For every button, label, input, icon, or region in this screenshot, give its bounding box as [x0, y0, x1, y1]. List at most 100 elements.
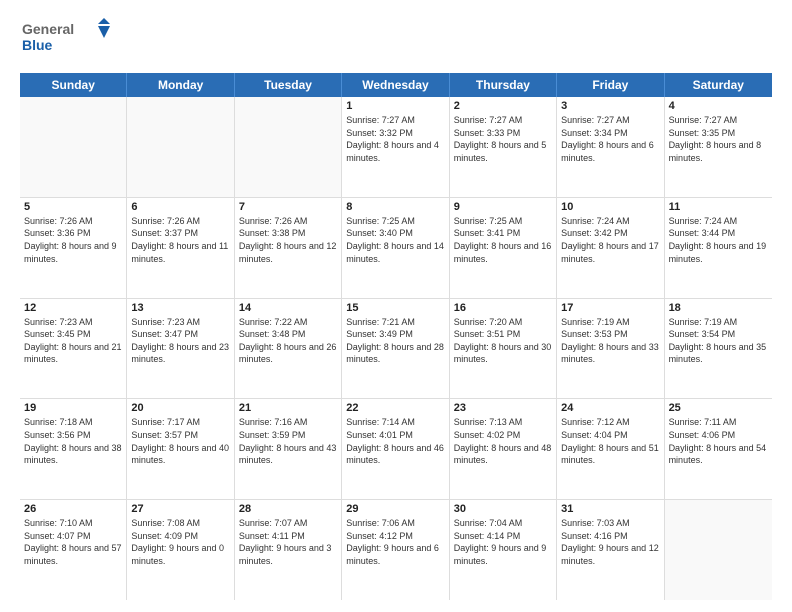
calendar-header: SundayMondayTuesdayWednesdayThursdayFrid…: [20, 73, 772, 97]
day-cell-31: 31 Sunrise: 7:03 AMSunset: 4:16 PMDayligh…: [557, 500, 664, 600]
day-info: Sunrise: 7:23 AMSunset: 3:47 PMDaylight:…: [131, 316, 229, 366]
day-cell-28: 28 Sunrise: 7:07 AMSunset: 4:11 PMDayligh…: [235, 500, 342, 600]
day-cell-19: 19 Sunrise: 7:18 AMSunset: 3:56 PMDayligh…: [20, 399, 127, 499]
day-cell-4: 4 Sunrise: 7:27 AMSunset: 3:35 PMDaylight…: [665, 97, 772, 197]
logo-text: General Blue: [20, 16, 130, 63]
day-info: Sunrise: 7:11 AMSunset: 4:06 PMDaylight:…: [669, 416, 768, 466]
day-cell-5: 5 Sunrise: 7:26 AMSunset: 3:36 PMDaylight…: [20, 198, 127, 298]
day-cell-29: 29 Sunrise: 7:06 AMSunset: 4:12 PMDayligh…: [342, 500, 449, 600]
day-number: 12: [24, 302, 122, 314]
day-cell-15: 15 Sunrise: 7:21 AMSunset: 3:49 PMDayligh…: [342, 299, 449, 399]
day-info: Sunrise: 7:21 AMSunset: 3:49 PMDaylight:…: [346, 316, 444, 366]
day-number: 15: [346, 302, 444, 314]
day-cell-3: 3Sunrise: 7:27 AMSunset: 3:34 PMDaylight…: [557, 97, 664, 197]
day-number: 18: [669, 302, 768, 314]
day-info: Sunrise: 7:19 AMSunset: 3:54 PMDaylight:…: [669, 316, 768, 366]
day-cell-18: 18 Sunrise: 7:19 AMSunset: 3:54 PMDayligh…: [665, 299, 772, 399]
page: General Blue SundayMondayTuesdayWednesda…: [0, 0, 792, 612]
calendar-row-0: 1Sunrise: 7:27 AMSunset: 3:32 PMDaylight…: [20, 97, 772, 198]
day-number: 29: [346, 503, 444, 515]
calendar-body: 1Sunrise: 7:27 AMSunset: 3:32 PMDaylight…: [20, 97, 772, 600]
day-cell-empty-0-2: [235, 97, 342, 197]
day-number: 21: [239, 402, 337, 414]
day-number: 3: [561, 100, 659, 112]
day-number: 5: [24, 201, 122, 213]
day-cell-22: 22 Sunrise: 7:14 AMSunset: 4:01 PMDayligh…: [342, 399, 449, 499]
day-info: Sunrise: 7:14 AMSunset: 4:01 PMDaylight:…: [346, 416, 444, 466]
day-cell-20: 20 Sunrise: 7:17 AMSunset: 3:57 PMDayligh…: [127, 399, 234, 499]
svg-text:Blue: Blue: [22, 37, 53, 53]
day-number: 25: [669, 402, 768, 414]
day-info: Sunrise: 7:24 AMSunset: 3:42 PMDaylight:…: [561, 215, 659, 265]
header-cell-sunday: Sunday: [20, 73, 127, 97]
day-info: Sunrise: 7:27 AMSunset: 3:35 PMDaylight:…: [669, 114, 768, 164]
day-number: 30: [454, 503, 552, 515]
day-cell-2: 2Sunrise: 7:27 AMSunset: 3:33 PMDaylight…: [450, 97, 557, 197]
day-cell-24: 24 Sunrise: 7:12 AMSunset: 4:04 PMDayligh…: [557, 399, 664, 499]
day-cell-1: 1Sunrise: 7:27 AMSunset: 3:32 PMDaylight…: [342, 97, 449, 197]
header-cell-tuesday: Tuesday: [235, 73, 342, 97]
day-number: 22: [346, 402, 444, 414]
header: General Blue: [20, 16, 772, 63]
header-cell-saturday: Saturday: [665, 73, 772, 97]
day-number: 13: [131, 302, 229, 314]
day-info: Sunrise: 7:27 AMSunset: 3:32 PMDaylight:…: [346, 114, 444, 164]
day-cell-empty-0-1: [127, 97, 234, 197]
day-info: Sunrise: 7:26 AMSunset: 3:37 PMDaylight:…: [131, 215, 229, 265]
day-cell-8: 8Sunrise: 7:25 AMSunset: 3:40 PMDaylight…: [342, 198, 449, 298]
day-info: Sunrise: 7:12 AMSunset: 4:04 PMDaylight:…: [561, 416, 659, 466]
day-number: 20: [131, 402, 229, 414]
day-info: Sunrise: 7:19 AMSunset: 3:53 PMDaylight:…: [561, 316, 659, 366]
day-info: Sunrise: 7:07 AMSunset: 4:11 PMDaylight:…: [239, 517, 337, 567]
calendar-row-2: 12Sunrise: 7:23 AMSunset: 3:45 PMDayligh…: [20, 299, 772, 400]
day-number: 4: [669, 100, 768, 112]
day-cell-6: 6 Sunrise: 7:26 AMSunset: 3:37 PMDaylight…: [127, 198, 234, 298]
day-info: Sunrise: 7:03 AMSunset: 4:16 PMDaylight:…: [561, 517, 659, 567]
day-cell-9: 9 Sunrise: 7:25 AMSunset: 3:41 PMDaylight…: [450, 198, 557, 298]
day-cell-21: 21 Sunrise: 7:16 AMSunset: 3:59 PMDayligh…: [235, 399, 342, 499]
logo: General Blue: [20, 16, 130, 63]
header-cell-wednesday: Wednesday: [342, 73, 449, 97]
day-cell-empty-0-0: [20, 97, 127, 197]
day-info: Sunrise: 7:04 AMSunset: 4:14 PMDaylight:…: [454, 517, 552, 567]
day-cell-empty-4-6: [665, 500, 772, 600]
day-number: 24: [561, 402, 659, 414]
day-cell-25: 25 Sunrise: 7:11 AMSunset: 4:06 PMDayligh…: [665, 399, 772, 499]
day-info: Sunrise: 7:06 AMSunset: 4:12 PMDaylight:…: [346, 517, 444, 567]
day-cell-13: 13 Sunrise: 7:23 AMSunset: 3:47 PMDayligh…: [127, 299, 234, 399]
day-number: 10: [561, 201, 659, 213]
day-info: Sunrise: 7:13 AMSunset: 4:02 PMDaylight:…: [454, 416, 552, 466]
day-number: 28: [239, 503, 337, 515]
day-number: 11: [669, 201, 768, 213]
day-info: Sunrise: 7:24 AMSunset: 3:44 PMDaylight:…: [669, 215, 768, 265]
day-cell-14: 14Sunrise: 7:22 AMSunset: 3:48 PMDayligh…: [235, 299, 342, 399]
day-info: Sunrise: 7:10 AMSunset: 4:07 PMDaylight:…: [24, 517, 122, 567]
day-number: 2: [454, 100, 552, 112]
day-cell-11: 11 Sunrise: 7:24 AMSunset: 3:44 PMDayligh…: [665, 198, 772, 298]
day-info: Sunrise: 7:18 AMSunset: 3:56 PMDaylight:…: [24, 416, 122, 466]
calendar-row-1: 5 Sunrise: 7:26 AMSunset: 3:36 PMDaylight…: [20, 198, 772, 299]
calendar-row-4: 26 Sunrise: 7:10 AMSunset: 4:07 PMDayligh…: [20, 500, 772, 600]
day-info: Sunrise: 7:17 AMSunset: 3:57 PMDaylight:…: [131, 416, 229, 466]
svg-text:General: General: [22, 21, 74, 37]
day-info: Sunrise: 7:08 AMSunset: 4:09 PMDaylight:…: [131, 517, 229, 567]
day-info: Sunrise: 7:26 AMSunset: 3:38 PMDaylight:…: [239, 215, 337, 265]
day-number: 19: [24, 402, 122, 414]
day-info: Sunrise: 7:22 AMSunset: 3:48 PMDaylight:…: [239, 316, 337, 366]
day-number: 6: [131, 201, 229, 213]
day-number: 31: [561, 503, 659, 515]
day-cell-27: 27Sunrise: 7:08 AMSunset: 4:09 PMDayligh…: [127, 500, 234, 600]
logo-icon: General Blue: [20, 16, 130, 58]
day-number: 26: [24, 503, 122, 515]
day-cell-30: 30 Sunrise: 7:04 AMSunset: 4:14 PMDayligh…: [450, 500, 557, 600]
day-number: 17: [561, 302, 659, 314]
day-info: Sunrise: 7:16 AMSunset: 3:59 PMDaylight:…: [239, 416, 337, 466]
day-number: 7: [239, 201, 337, 213]
day-info: Sunrise: 7:25 AMSunset: 3:41 PMDaylight:…: [454, 215, 552, 265]
calendar: SundayMondayTuesdayWednesdayThursdayFrid…: [20, 73, 772, 600]
day-number: 9: [454, 201, 552, 213]
day-info: Sunrise: 7:26 AMSunset: 3:36 PMDaylight:…: [24, 215, 122, 265]
header-cell-friday: Friday: [557, 73, 664, 97]
day-cell-12: 12Sunrise: 7:23 AMSunset: 3:45 PMDayligh…: [20, 299, 127, 399]
day-cell-26: 26 Sunrise: 7:10 AMSunset: 4:07 PMDayligh…: [20, 500, 127, 600]
